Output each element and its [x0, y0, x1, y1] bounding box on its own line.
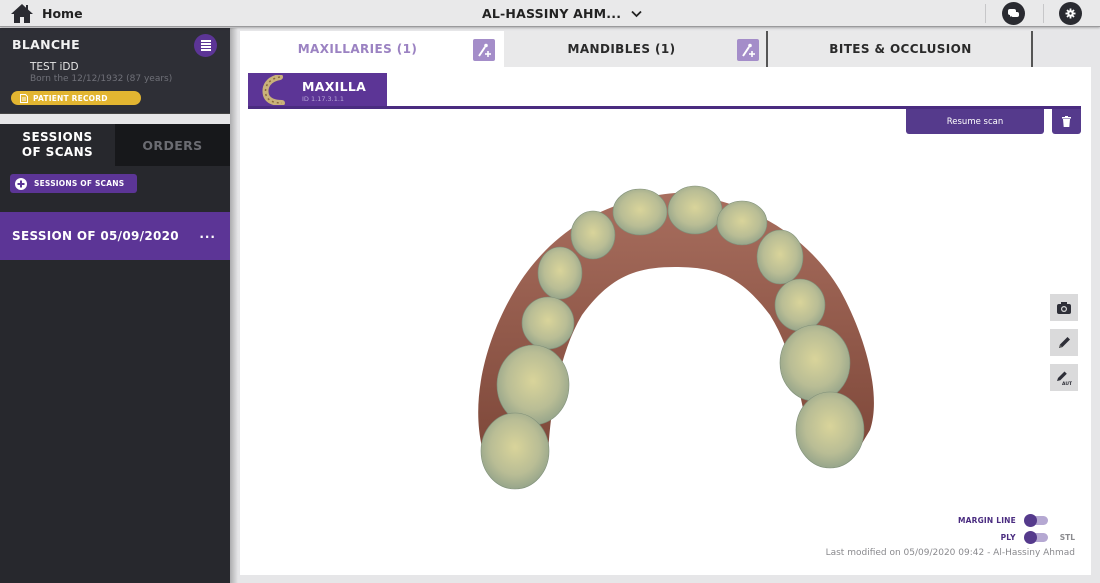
divider [1043, 4, 1044, 23]
sidebar: BLANCHE TEST iDD Born the 12/12/1932 (87… [0, 28, 230, 583]
format-toggle-row: PLY STL [1000, 531, 1075, 544]
camera-icon [1057, 301, 1071, 314]
tab-bites-occlusion[interactable]: BITES & OCCLUSION [768, 31, 1033, 67]
plus-circle-icon [15, 177, 27, 190]
scan-title: MAXILLA [302, 79, 367, 94]
add-maxilla-scan-button[interactable] [473, 39, 495, 61]
patient-record-button[interactable]: PATIENT RECORD [11, 91, 141, 105]
gear-icon [1065, 8, 1076, 19]
arch-thumbnail-icon [262, 75, 285, 105]
document-icon [20, 93, 28, 103]
tab-sessions-of-scans[interactable]: SESSIONS OF SCANS [0, 124, 115, 166]
tab-maxillaries-label: MAXILLARIES (1) [297, 42, 418, 56]
sidebar-shadow [230, 28, 238, 583]
toggle-knob [1024, 514, 1037, 527]
last-modified-text: Last modified on 05/09/2020 09:42 - Al-H… [825, 548, 1075, 558]
pencil-auto-icon: AUTO [1057, 371, 1072, 386]
pencil-icon [1059, 336, 1070, 348]
patient-birthdate: Born the 12/12/1932 (87 years) [30, 74, 173, 84]
tab-bites-occlusion-label: BITES & OCCLUSION [829, 42, 972, 56]
add-session-label: SESSIONS OF SCANS [34, 179, 125, 188]
tab-orders[interactable]: ORDERS [115, 124, 230, 166]
home-button[interactable]: Home [10, 3, 83, 24]
toggle-knob [1023, 531, 1037, 544]
tab-maxillaries[interactable]: MAXILLARIES (1) [240, 31, 504, 67]
chat-button[interactable] [1002, 2, 1025, 25]
format-stl-label: STL [1059, 532, 1075, 542]
patient-name: BLANCHE [12, 37, 80, 52]
list-icon [200, 40, 211, 51]
home-label: Home [42, 6, 83, 21]
scan-panel: MAXILLA ID 1.17.3.1.1 Resume scan AUT MA… [240, 67, 1091, 575]
divider [985, 4, 986, 23]
session-label: SESSION OF 05/09/2020 [12, 229, 179, 243]
scan-id: ID 1.17.3.1.1 [302, 95, 345, 103]
patient-record-label: PATIENT RECORD [33, 93, 108, 103]
scan-tab-maxilla[interactable]: MAXILLA ID 1.17.3.1.1 [248, 73, 387, 107]
chevron-down-icon [631, 10, 642, 17]
top-bar: Home AL-HASSINY AHM... [0, 0, 1100, 27]
panel-right-gutter [1091, 67, 1100, 575]
edit-margin-button[interactable] [1050, 329, 1078, 356]
patient-menu-button[interactable] [194, 34, 217, 57]
auto-margin-button[interactable]: AUTO [1050, 364, 1078, 391]
trash-icon [1062, 116, 1071, 127]
margin-line-toggle-row: MARGIN LINE [957, 514, 1048, 527]
home-icon [11, 4, 33, 23]
session-more-button[interactable]: ... [199, 227, 216, 241]
tab-mandibles-label: MANDIBLES (1) [567, 42, 676, 56]
session-list-item[interactable]: SESSION OF 05/09/2020 ... [0, 212, 230, 260]
format-toggle[interactable] [1023, 531, 1048, 544]
delete-scan-button[interactable] [1052, 109, 1081, 134]
screenshot-button[interactable] [1050, 294, 1078, 321]
resume-scan-button[interactable]: Resume scan [906, 109, 1044, 134]
scanner-add-icon [477, 43, 491, 57]
chat-icon [1008, 9, 1019, 17]
scanner-add-icon [741, 43, 755, 57]
tab-orders-label: ORDERS [142, 137, 203, 153]
margin-line-toggle[interactable] [1024, 514, 1048, 527]
settings-button[interactable] [1059, 2, 1082, 25]
format-ply-label: PLY [1000, 532, 1016, 542]
margin-line-label: MARGIN LINE [957, 515, 1016, 525]
add-mandible-scan-button[interactable] [737, 39, 759, 61]
tab-mandibles[interactable]: MANDIBLES (1) [504, 31, 768, 67]
main-tabs: MAXILLARIES (1) MANDIBLES (1) BITES & OC… [240, 31, 1040, 67]
dental-arch-3d-view[interactable] [470, 185, 890, 495]
add-session-button[interactable]: SESSIONS OF SCANS [10, 174, 137, 193]
patient-selector-label: AL-HASSINY AHM... [482, 6, 622, 21]
patient-selector[interactable]: AL-HASSINY AHM... [482, 6, 642, 21]
patient-card: BLANCHE TEST iDD Born the 12/12/1932 (87… [0, 28, 230, 114]
patient-test-label: TEST iDD [30, 61, 79, 73]
tab-sessions-of-scans-label: SESSIONS OF SCANS [21, 130, 94, 159]
auto-label: AUTO [1062, 381, 1072, 386]
sidebar-gap [0, 114, 230, 124]
sidebar-tabs: SESSIONS OF SCANS ORDERS [0, 124, 230, 166]
